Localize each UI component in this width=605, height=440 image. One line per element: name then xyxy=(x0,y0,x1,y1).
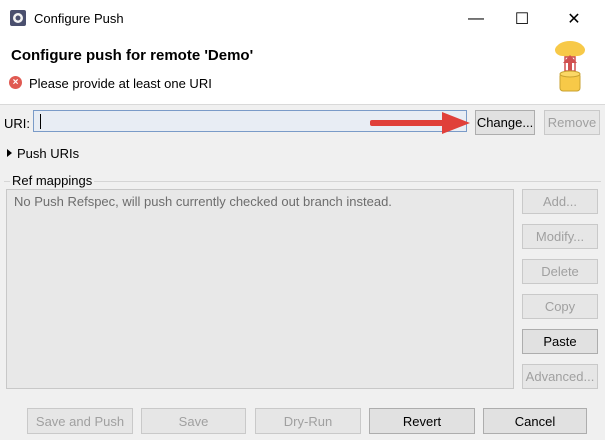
cancel-button[interactable]: Cancel xyxy=(483,408,587,434)
refspec-empty-text: No Push Refspec, will push currently che… xyxy=(14,194,392,209)
refspec-list[interactable] xyxy=(6,189,514,389)
save-button[interactable]: Save xyxy=(141,408,246,434)
uri-label: URI: xyxy=(4,116,30,131)
remove-uri-button[interactable]: Remove xyxy=(544,110,600,135)
copy-refspec-button[interactable]: Copy xyxy=(522,294,598,319)
minimize-button[interactable]: — xyxy=(453,0,499,38)
dialog-heading: Configure push for remote 'Demo' xyxy=(11,47,254,64)
window-title: Configure Push xyxy=(34,11,124,26)
modify-refspec-button[interactable]: Modify... xyxy=(522,224,598,249)
close-button[interactable]: ✕ xyxy=(551,0,597,38)
push-banner-icon xyxy=(555,41,585,92)
text-caret xyxy=(40,114,41,129)
add-refspec-button[interactable]: Add... xyxy=(522,189,598,214)
paste-refspec-button[interactable]: Paste xyxy=(522,329,598,354)
error-icon: × xyxy=(9,76,22,89)
ref-mappings-label: Ref mappings xyxy=(10,173,95,188)
revert-button[interactable]: Revert xyxy=(369,408,475,434)
delete-refspec-button[interactable]: Delete xyxy=(522,259,598,284)
expand-arrow-icon[interactable] xyxy=(7,149,12,157)
push-uris-section[interactable]: Push URIs xyxy=(17,146,79,161)
annotation-arrow-icon xyxy=(370,112,470,134)
maximize-button[interactable]: ☐ xyxy=(499,0,545,38)
eclipse-app-icon xyxy=(10,10,26,26)
error-message: Please provide at least one URI xyxy=(29,76,212,91)
advanced-refspec-button[interactable]: Advanced... xyxy=(522,364,598,389)
dry-run-button[interactable]: Dry-Run xyxy=(255,408,361,434)
save-and-push-button[interactable]: Save and Push xyxy=(27,408,133,434)
change-uri-button[interactable]: Change... xyxy=(475,110,535,135)
